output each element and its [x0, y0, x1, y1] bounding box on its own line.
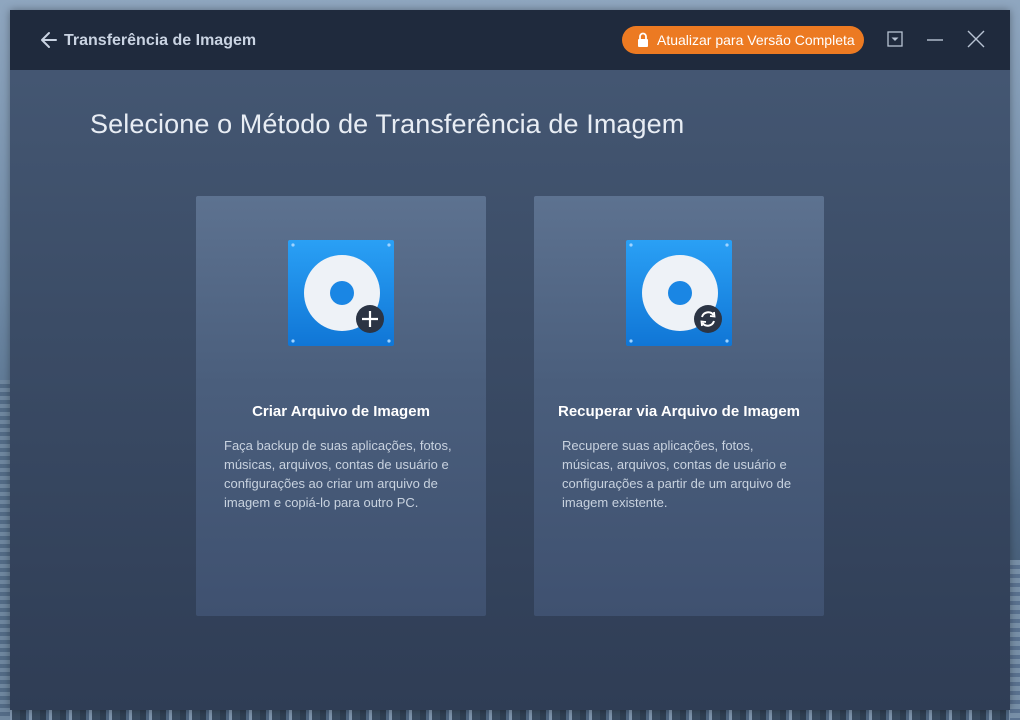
- dropdown-menu-icon[interactable]: [884, 28, 906, 50]
- lock-icon: [638, 32, 648, 47]
- upgrade-button-label: Atualizar para Versão Completa: [657, 32, 855, 48]
- upgrade-button[interactable]: Atualizar para Versão Completa: [622, 26, 864, 54]
- page-heading: Selecione o Método de Transferência de I…: [90, 109, 685, 139]
- desktop-background-left: [0, 380, 10, 720]
- title-bar: Transferência de Imagem Atualizar para V…: [10, 10, 1010, 70]
- create-image-card[interactable]: Criar Arquivo de Imagem Faça backup de s…: [196, 196, 486, 616]
- window-title: Transferência de Imagem: [64, 32, 257, 49]
- disk-plus-icon: [288, 240, 394, 346]
- recover-image-title: Recuperar via Arquivo de Imagem: [557, 403, 801, 420]
- recover-image-card[interactable]: Recuperar via Arquivo de Imagem Recupere…: [534, 196, 824, 616]
- create-image-description: Faça backup de suas aplicações, fotos, m…: [224, 438, 452, 510]
- create-image-title: Criar Arquivo de Imagem: [252, 403, 430, 420]
- arrow-left-icon[interactable]: [40, 30, 58, 50]
- minimize-icon[interactable]: [924, 28, 946, 50]
- disk-refresh-icon: [626, 240, 732, 346]
- desktop-background-right: [1010, 560, 1020, 720]
- close-icon[interactable]: [965, 28, 987, 50]
- app-window: Transferência de Imagem Atualizar para V…: [10, 10, 1010, 710]
- recover-image-description: Recupere suas aplicações, fotos, músicas…: [562, 438, 792, 510]
